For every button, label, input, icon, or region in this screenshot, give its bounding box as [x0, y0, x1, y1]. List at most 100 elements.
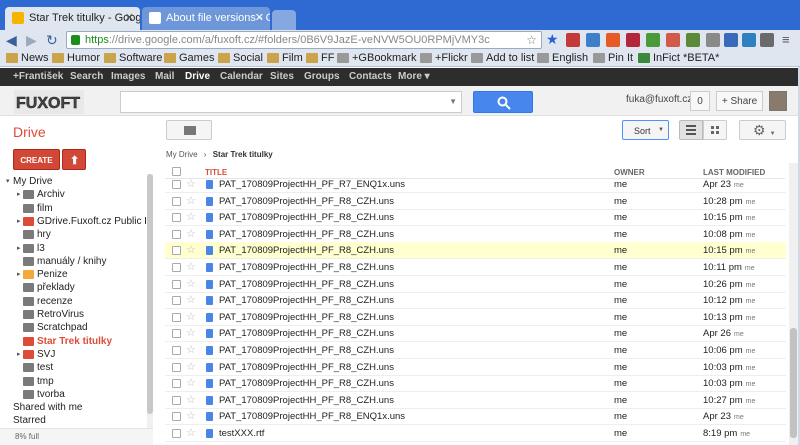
back-icon[interactable]: ◀ — [6, 31, 17, 49]
table-row[interactable]: ☆ PAT_170809ProjectHH_PF_R8_CZH.uns me 10:1… — [165, 242, 786, 260]
sort-button[interactable]: Sort ▼ — [622, 120, 669, 140]
gbar-link-mail[interactable]: Mail — [155, 71, 174, 82]
reload-icon[interactable]: ↻ — [46, 31, 58, 49]
table-row[interactable]: ☆ PAT_170809ProjectHH_PF_R8_ENQ1x.uns me Ap… — [165, 408, 786, 426]
row-checkbox[interactable] — [172, 379, 181, 389]
close-tab-icon[interactable]: ✕ — [125, 11, 134, 24]
extension-icon[interactable] — [646, 33, 660, 47]
column-title[interactable]: TITLE — [205, 168, 227, 177]
sidebar-item[interactable]: RetroVirus — [0, 308, 146, 322]
close-tab-icon[interactable]: ✕ — [255, 11, 264, 24]
bookmark-link[interactable]: +Flickr — [420, 52, 468, 64]
file-name[interactable]: PAT_170809ProjectHH_PF_R8_CZH.uns — [219, 395, 394, 406]
expand-right-icon[interactable]: ▸ — [17, 270, 21, 278]
star-icon[interactable]: ☆ — [186, 210, 196, 223]
bookmark-link[interactable]: English — [537, 52, 588, 64]
forward-icon[interactable]: ▶ — [26, 31, 37, 49]
row-checkbox[interactable] — [172, 246, 181, 256]
create-button[interactable]: CREATE — [13, 149, 60, 170]
table-row[interactable]: ☆ PAT_170809ProjectHH_PF_R8_CZH.uns me 10:2… — [165, 276, 786, 293]
table-row[interactable]: ☆ PAT_170809ProjectHH_PF_R8_CZH.uns me 10:1… — [165, 309, 786, 326]
sidebar-item[interactable]: tmp — [0, 375, 146, 389]
notifications-button[interactable]: 0 — [690, 91, 710, 111]
bookmark-folder[interactable]: Software — [104, 52, 162, 64]
star-icon[interactable]: ☆ — [186, 393, 196, 406]
gbar-link-contacts[interactable]: Contacts — [349, 71, 392, 82]
list-view-button[interactable] — [679, 120, 703, 140]
row-checkbox[interactable] — [172, 362, 181, 372]
address-bar[interactable]: https://drive.google.com/a/fuxoft.cz/#fo… — [66, 31, 542, 49]
row-checkbox[interactable] — [172, 346, 181, 355]
gbar-link-calendar[interactable]: Calendar — [220, 71, 263, 82]
file-name[interactable]: PAT_170809ProjectHH_PF_R8_CZH.uns — [219, 245, 394, 256]
star-icon[interactable]: ☆ — [186, 343, 196, 356]
sidebar-item[interactable]: test — [0, 361, 146, 375]
sidebar-item[interactable]: manuály / knihy — [0, 255, 146, 269]
sidebar-item[interactable]: ▸ l3 — [0, 242, 146, 256]
file-name[interactable]: PAT_170809ProjectHH_PF_R8_CZH.uns — [219, 279, 394, 290]
file-name[interactable]: PAT_170809ProjectHH_PF_R8_CZH.uns — [219, 378, 394, 389]
search-options-icon[interactable]: ▼ — [449, 97, 457, 106]
expand-right-icon[interactable]: ▸ — [17, 244, 21, 252]
upload-button[interactable]: ⬆ — [62, 149, 86, 170]
file-name[interactable]: PAT_170809ProjectHH_PF_R8_CZH.uns — [219, 229, 394, 240]
sidebar-item[interactable]: ▸ Archiv — [0, 188, 146, 202]
file-name[interactable]: testXXX.rtf — [219, 428, 264, 439]
file-list-scrollbar[interactable] — [789, 163, 798, 445]
file-name[interactable]: PAT_170809ProjectHH_PF_R8_CZH.uns — [219, 295, 394, 306]
sidebar-scrollbar[interactable] — [147, 174, 153, 434]
extension-icon[interactable] — [724, 33, 738, 47]
select-all-checkbox[interactable] — [172, 167, 181, 176]
file-name[interactable]: PAT_170809ProjectHH_PF_R8_CZH.uns — [219, 345, 394, 356]
table-row[interactable]: ☆ PAT_170809ProjectHH_PF_R8_CZH.uns me 10:0… — [165, 375, 786, 393]
gbar-link-search[interactable]: Search — [70, 71, 103, 82]
sidebar-item[interactable]: překlady — [0, 281, 146, 295]
new-folder-button[interactable] — [166, 120, 212, 140]
table-row[interactable]: ☆ PAT_170809ProjectHH_PF_R8_CZH.uns me 10:2… — [165, 193, 786, 210]
extension-icon[interactable] — [760, 33, 774, 47]
browser-tab-active[interactable]: Star Trek titulky - Goog ✕ — [5, 7, 140, 30]
file-name[interactable]: PAT_170809ProjectHH_PF_R8_CZH.uns — [219, 312, 394, 323]
row-checkbox[interactable] — [172, 429, 181, 438]
table-row[interactable]: ☆ PAT_170809ProjectHH_PF_R8_CZH.uns me 10:0… — [165, 342, 786, 359]
star-icon[interactable]: ☆ — [186, 310, 196, 323]
star-icon[interactable]: ☆ — [186, 293, 196, 306]
table-row[interactable]: ☆ PAT_170809ProjectHH_PF_R8_CZH.uns me 10:1… — [165, 292, 786, 310]
sidebar-item[interactable]: film — [0, 202, 146, 216]
star-icon[interactable]: ☆ — [186, 227, 196, 240]
row-checkbox[interactable] — [172, 329, 181, 339]
menu-icon[interactable]: ≡ — [782, 31, 790, 49]
row-checkbox[interactable] — [172, 395, 181, 405]
table-row[interactable]: ☆ PAT_170809ProjectHH_PF_R8_CZH.uns me 10:0… — [165, 359, 786, 376]
row-checkbox[interactable] — [172, 229, 181, 239]
bookmark-link[interactable]: Pin It — [593, 52, 633, 64]
bookmark-folder[interactable]: Social — [218, 52, 263, 64]
file-name[interactable]: PAT_170809ProjectHH_PF_R8_CZH.uns — [219, 262, 394, 273]
extension-icon[interactable] — [586, 33, 600, 47]
bookmark-folder[interactable]: News — [6, 52, 49, 64]
star-icon[interactable]: ☆ — [186, 243, 196, 256]
table-row[interactable]: ☆ PAT_170809ProjectHH_PF_R8_CZH.uns me 10:0… — [165, 226, 786, 243]
row-checkbox[interactable] — [172, 196, 181, 206]
sidebar-item[interactable]: ▸ Penize — [0, 268, 146, 282]
star-icon[interactable]: ☆ — [186, 260, 196, 273]
gbar-link-sites[interactable]: Sites — [270, 71, 294, 82]
file-name[interactable]: PAT_170809ProjectHH_PF_R8_CZH.uns — [219, 196, 394, 207]
table-row[interactable]: ☆ testXXX.rtf me 8:19 pm me — [165, 425, 786, 442]
expand-right-icon[interactable]: ▸ — [17, 217, 21, 225]
column-owner[interactable]: OWNER — [614, 168, 645, 177]
star-icon[interactable]: ☆ — [186, 426, 196, 439]
user-email[interactable]: fuka@fuxoft.cz — [626, 94, 692, 105]
bookmark-folder[interactable]: Humor — [52, 52, 100, 64]
table-row[interactable]: ☆ PAT_170809ProjectHH_PF_R8_CZH.uns me 10:1… — [165, 259, 786, 276]
row-checkbox[interactable] — [172, 312, 181, 322]
sidebar-item[interactable]: recenze — [0, 295, 146, 309]
share-button[interactable]: + Share — [716, 91, 763, 111]
file-name[interactable]: PAT_170809ProjectHH_PF_R8_ENQ1x.uns — [219, 411, 405, 422]
star-icon[interactable]: ☆ — [186, 376, 196, 389]
breadcrumb-root[interactable]: My Drive — [166, 150, 198, 159]
search-input[interactable]: ▼ — [120, 91, 462, 113]
sidebar-item[interactable]: tvorba — [0, 388, 146, 402]
extension-icon[interactable] — [686, 33, 700, 47]
row-checkbox[interactable] — [172, 263, 181, 272]
